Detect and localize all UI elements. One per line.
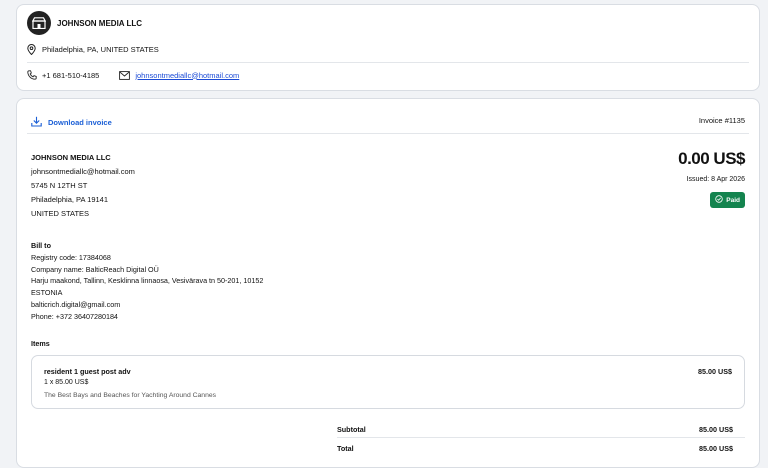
bill-to-registry: Registry code: 17384068 bbox=[31, 252, 111, 262]
store-icon bbox=[27, 11, 51, 35]
check-circle-icon bbox=[715, 195, 723, 205]
divider bbox=[337, 437, 745, 438]
company-location: Philadelphia, PA, UNITED STATES bbox=[42, 45, 159, 54]
bill-to-company: Company name: BalticReach Digital OÜ bbox=[31, 264, 159, 274]
bill-to-address: Harju maakond, Tallinn, Kesklinna linnao… bbox=[31, 276, 264, 286]
seller-email: johnsontmediallc@hotmail.com bbox=[31, 167, 135, 176]
seller-street: 5745 N 12TH ST bbox=[31, 181, 88, 190]
status-badge: Paid bbox=[710, 192, 745, 208]
company-email-link[interactable]: johnsontmediallc@hotmail.com bbox=[135, 71, 239, 80]
items-title: Items bbox=[31, 339, 50, 348]
status-label: Paid bbox=[726, 196, 740, 204]
bill-to-section: Bill to Registry code: 17384068 Company … bbox=[31, 240, 263, 323]
mail-icon bbox=[119, 70, 131, 80]
phone-icon bbox=[27, 70, 37, 80]
invoice-number: Invoice #1135 bbox=[698, 116, 745, 125]
bill-to-country: ESTONIA bbox=[31, 288, 63, 298]
item-name: resident 1 guest post adv bbox=[44, 367, 131, 376]
company-contact-row: +1 681-510-4185 johnsontmediallc@hotmail… bbox=[27, 70, 239, 80]
seller-details: JOHNSON MEDIA LLC johnsontmediallc@hotma… bbox=[31, 151, 135, 221]
total-value: 85.00 US$ bbox=[699, 444, 733, 453]
download-invoice-label: Download invoice bbox=[48, 118, 112, 127]
seller-city: Philadelphia, PA 19141 bbox=[31, 195, 109, 204]
item-price: 85.00 US$ bbox=[698, 367, 732, 376]
company-phone: +1 681-510-4185 bbox=[42, 70, 100, 80]
item-description: The Best Bays and Beaches for Yachting A… bbox=[44, 392, 217, 399]
download-icon bbox=[31, 116, 42, 129]
download-invoice-button[interactable]: Download invoice bbox=[31, 116, 112, 129]
company-location-row: Philadelphia, PA, UNITED STATES bbox=[27, 44, 159, 55]
subtotal-label: Subtotal bbox=[337, 425, 366, 434]
divider bbox=[27, 133, 749, 134]
location-pin-icon bbox=[27, 44, 36, 55]
total-label: Total bbox=[337, 444, 354, 453]
bill-to-title: Bill to bbox=[31, 241, 51, 250]
invoice-card: Download invoice Invoice #1135 JOHNSON M… bbox=[16, 98, 760, 468]
company-card: JOHNSON MEDIA LLC Philadelphia, PA, UNIT… bbox=[16, 4, 760, 91]
divider bbox=[27, 62, 749, 63]
seller-name: JOHNSON MEDIA LLC bbox=[31, 153, 111, 162]
bill-to-email: balticrich.digital@gmail.com bbox=[31, 299, 121, 309]
invoice-amount: 0.00 US$ bbox=[678, 149, 745, 168]
bill-to-phone: Phone: +372 36407280184 bbox=[31, 311, 118, 321]
subtotal-value: 85.00 US$ bbox=[699, 425, 733, 434]
seller-country: UNITED STATES bbox=[31, 209, 90, 218]
issued-date: Issued: 8 Apr 2026 bbox=[686, 176, 745, 183]
company-name: JOHNSON MEDIA LLC bbox=[57, 19, 143, 28]
list-item: resident 1 guest post adv 1 x 85.00 US$ … bbox=[31, 355, 745, 409]
item-quantity: 1 x 85.00 US$ bbox=[44, 379, 89, 386]
